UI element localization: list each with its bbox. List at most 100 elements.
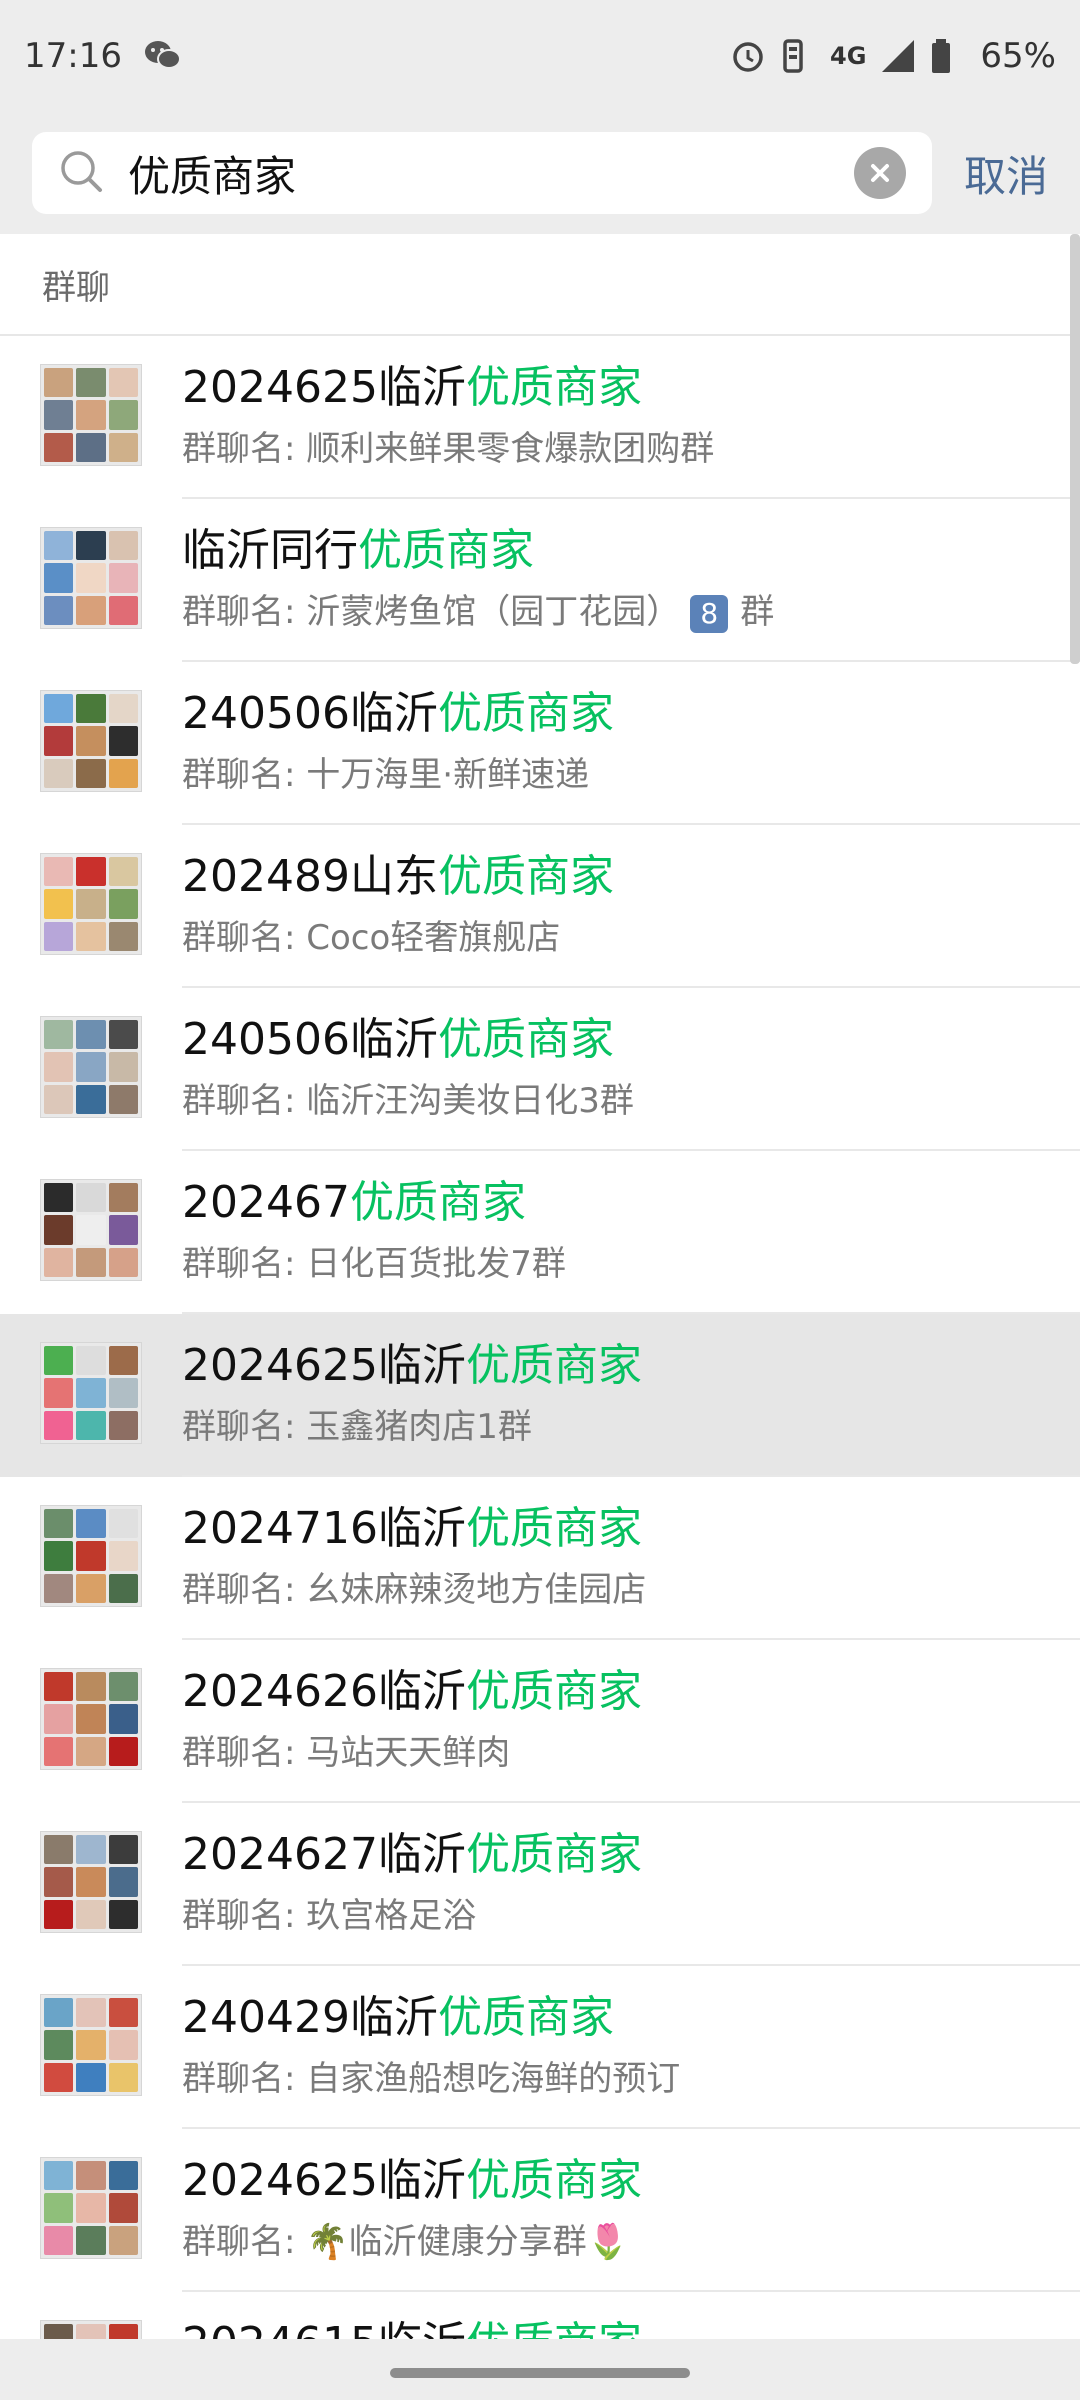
result-subtitle: 群聊名: 玉鑫猪肉店1群	[182, 1402, 1080, 1452]
title-prefix: 2024615临沂	[182, 2318, 466, 2339]
group-avatar	[40, 1831, 142, 1933]
result-text: 240506临沂优质商家群聊名: 临沂汪沟美妆日化3群	[182, 1010, 1080, 1126]
title-match-highlight: 优质商家	[437, 851, 614, 902]
title-match-highlight: 优质商家	[465, 1340, 642, 1391]
subtitle-text: 群聊名: 玉鑫猪肉店1群	[182, 1407, 532, 1447]
subtitle-text: 群聊名: 顺利来鲜果零食爆款团购群	[182, 429, 715, 469]
title-match-highlight: 优质商家	[437, 688, 614, 739]
signal-icon	[880, 38, 916, 74]
group-chat-result[interactable]: 202489山东优质商家群聊名: Coco轻奢旗舰店	[0, 825, 1080, 988]
title-prefix: 2024625临沂	[182, 1340, 466, 1391]
subtitle-text: 群聊名: 临沂汪沟美妆日化3群	[182, 1081, 634, 1121]
title-match-highlight: 优质商家	[358, 525, 534, 576]
result-title: 2024627临沂优质商家	[182, 1825, 1080, 1885]
network-type: 4G	[830, 42, 867, 70]
search-icon	[58, 148, 104, 198]
title-match-highlight: 优质商家	[437, 1014, 614, 1065]
result-title: 240429临沂优质商家	[182, 1988, 1080, 2048]
alarm-icon	[730, 38, 766, 74]
number-badge: 8	[690, 594, 729, 633]
wechat-icon	[144, 38, 181, 74]
result-text: 2024625临沂优质商家群聊名: 玉鑫猪肉店1群	[182, 1336, 1080, 1452]
result-title: 2024625临沂优质商家	[182, 358, 1080, 418]
result-text: 2024625临沂优质商家 群聊名: 🌴临沂健康分享群🌷	[182, 2151, 1080, 2267]
result-text: 240429临沂优质商家群聊名: 自家渔船想吃海鲜的预订	[182, 1988, 1080, 2104]
gesture-handle[interactable]	[390, 2368, 690, 2378]
result-title: 2024615临沂优质商家	[182, 2314, 1080, 2339]
group-avatar	[40, 2320, 142, 2339]
title-prefix: 240429临沂	[182, 1992, 438, 2043]
cancel-button[interactable]: 取消	[964, 143, 1048, 204]
result-text: 2024615临沂优质商家	[182, 2314, 1080, 2339]
group-avatar	[40, 1342, 142, 1444]
clear-search-icon[interactable]	[853, 147, 906, 199]
status-bar: 17:16 4G 65%	[0, 0, 1080, 112]
result-subtitle: 群聊名: 幺妹麻辣烫地方佳园店	[182, 1565, 1080, 1615]
result-title: 2024625临沂优质商家	[182, 1336, 1080, 1396]
title-match-highlight: 优质商家	[465, 1503, 642, 1554]
title-prefix: 202489山东	[182, 851, 438, 902]
subtitle-text: 群聊名: 幺妹麻辣烫地方佳园店	[182, 1570, 647, 1610]
title-prefix: 2024627临沂	[182, 1829, 466, 1880]
group-avatar	[40, 1016, 142, 1118]
subtitle-text: 群聊名: 十万海里·新鲜速递	[182, 755, 590, 795]
group-chat-result[interactable]: 2024626临沂优质商家 群聊名: 马站天天鲜肉	[0, 1640, 1080, 1803]
result-title: 2024625临沂优质商家	[182, 2151, 1080, 2211]
group-avatar	[40, 853, 142, 955]
result-text: 2024716临沂优质商家群聊名: 幺妹麻辣烫地方佳园店	[182, 1499, 1080, 1615]
group-chat-result[interactable]: 临沂同行优质商家 群聊名: 沂蒙烤鱼馆（园丁花园） 8 群	[0, 499, 1080, 662]
group-chat-result[interactable]: 2024625临沂优质商家 群聊名: 🌴临沂健康分享群🌷	[0, 2129, 1080, 2292]
group-chat-result[interactable]: 2024625临沂优质商家群聊名: 顺利来鲜果零食爆款团购群	[0, 336, 1080, 499]
battery-icon	[930, 38, 966, 74]
result-subtitle: 群聊名: 临沂汪沟美妆日化3群	[182, 1076, 1080, 1126]
title-prefix: 2024626临沂	[182, 1666, 466, 1717]
result-subtitle: 群聊名: 玖宫格足浴	[182, 1891, 1080, 1941]
result-text: 临沂同行优质商家 群聊名: 沂蒙烤鱼馆（园丁花园） 8 群	[182, 521, 1080, 637]
title-prefix: 2024625临沂	[182, 362, 466, 413]
result-title: 240506临沂优质商家	[182, 1010, 1080, 1070]
title-match-highlight: 优质商家	[465, 362, 642, 413]
search-results-list[interactable]: 群聊 2024625临沂优质商家 群聊名: 顺利来鲜果零食爆款团购群 临沂同行优质商…	[0, 234, 1080, 2339]
group-chat-result[interactable]: 202467优质商家群聊名: 日化百货批发7群	[0, 1151, 1080, 1314]
group-avatar	[40, 1668, 142, 1770]
subtitle-text: 群聊名: 日化百货批发7群	[182, 1244, 566, 1284]
result-subtitle: 群聊名: 日化百货批发7群	[182, 1239, 1080, 1289]
title-match-highlight: 优质商家	[465, 2155, 642, 2206]
subtitle-suffix: 群	[740, 592, 775, 632]
subtitle-text: 群聊名: 沂蒙烤鱼馆（园丁花园）	[182, 592, 681, 632]
group-chat-result[interactable]: 2024615临沂优质商家	[0, 2292, 1080, 2339]
result-text: 2024627临沂优质商家群聊名: 玖宫格足浴	[182, 1825, 1080, 1941]
title-match-highlight: 优质商家	[465, 1666, 642, 1717]
battery-level: 65%	[980, 36, 1056, 76]
group-chat-result[interactable]: 2024716临沂优质商家群聊名: 幺妹麻辣烫地方佳园店	[0, 1477, 1080, 1640]
result-text: 2024626临沂优质商家 群聊名: 马站天天鲜肉	[182, 1662, 1080, 1778]
status-time: 17:16	[24, 36, 122, 76]
title-match-highlight: 优质商家	[465, 1829, 642, 1880]
search-box[interactable]	[32, 132, 932, 214]
scrollbar[interactable]	[1070, 234, 1080, 664]
title-match-highlight: 优质商家	[437, 1992, 614, 2043]
subtitle-text: 群聊名: 玖宫格足浴	[182, 1896, 477, 1936]
group-chat-result[interactable]: 240506临沂优质商家群聊名: 十万海里·新鲜速递	[0, 662, 1080, 825]
title-prefix: 2024716临沂	[182, 1503, 466, 1554]
result-subtitle: 群聊名: 顺利来鲜果零食爆款团购群	[182, 424, 1080, 474]
group-chat-result[interactable]: 240506临沂优质商家群聊名: 临沂汪沟美妆日化3群	[0, 988, 1080, 1151]
group-chat-result[interactable]: 2024625临沂优质商家群聊名: 玉鑫猪肉店1群	[0, 1314, 1080, 1477]
result-text: 2024625临沂优质商家群聊名: 顺利来鲜果零食爆款团购群	[182, 358, 1080, 474]
section-title: 群聊	[42, 267, 110, 308]
result-title: 2024716临沂优质商家	[182, 1499, 1080, 1559]
result-subtitle: 群聊名: Coco轻奢旗舰店	[182, 913, 1080, 963]
group-avatar	[40, 2157, 142, 2259]
subtitle-text: 群聊名: Coco轻奢旗舰店	[182, 918, 561, 958]
group-chat-result[interactable]: 240429临沂优质商家群聊名: 自家渔船想吃海鲜的预订	[0, 1966, 1080, 2129]
result-subtitle: 群聊名: 自家渔船想吃海鲜的预订	[182, 2054, 1080, 2104]
title-prefix: 2024625临沂	[182, 2155, 466, 2206]
result-title: 202467优质商家	[182, 1173, 1080, 1233]
group-avatar	[40, 364, 142, 466]
group-chat-result[interactable]: 2024627临沂优质商家群聊名: 玖宫格足浴	[0, 1803, 1080, 1966]
result-text: 202489山东优质商家群聊名: Coco轻奢旗舰店	[182, 847, 1080, 963]
title-prefix: 240506临沂	[182, 688, 438, 739]
section-header-group-chats: 群聊	[0, 234, 1080, 336]
search-input[interactable]	[126, 147, 854, 199]
result-text: 240506临沂优质商家群聊名: 十万海里·新鲜速递	[182, 684, 1080, 800]
